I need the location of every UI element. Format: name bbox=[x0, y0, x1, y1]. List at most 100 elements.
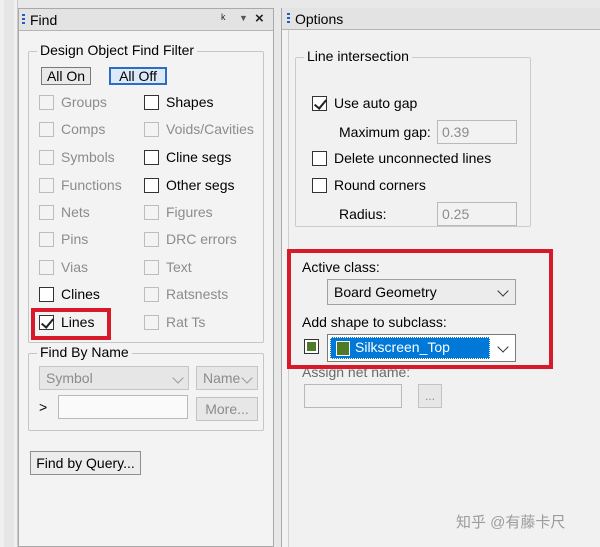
find-by-name-title: Find By Name bbox=[37, 344, 132, 360]
close-icon[interactable]: × bbox=[255, 10, 264, 27]
max-gap-label: Maximum gap: bbox=[339, 124, 431, 140]
delete-unconnected[interactable]: Delete unconnected lines bbox=[312, 148, 491, 168]
nets-checkbox[interactable] bbox=[39, 204, 54, 220]
pins-checkbox[interactable] bbox=[39, 231, 54, 247]
filter-vias[interactable]: Vias bbox=[39, 257, 88, 277]
name-prompt: > bbox=[39, 399, 48, 415]
clines-checkbox[interactable] bbox=[39, 286, 54, 302]
filter-text[interactable]: Text bbox=[144, 257, 192, 277]
figures-checkbox[interactable] bbox=[144, 204, 159, 220]
rat-ts-label: Rat Ts bbox=[166, 314, 206, 330]
use-auto-gap-label: Use auto gap bbox=[334, 95, 418, 111]
vias-checkbox[interactable] bbox=[39, 259, 54, 275]
find-by-query-button[interactable]: Find by Query... bbox=[30, 451, 141, 475]
watermark-text: 知乎 @有藤卡尺 bbox=[456, 514, 566, 531]
find-filter-group: Design Object Find Filter All On All Off… bbox=[28, 42, 264, 343]
find-panel-title: Find bbox=[30, 12, 58, 28]
ratsnests-checkbox[interactable] bbox=[144, 286, 159, 302]
voids-label: Voids/Cavities bbox=[166, 121, 254, 137]
round-corners-checkbox[interactable] bbox=[312, 177, 327, 193]
filter-clines[interactable]: Clines bbox=[39, 284, 100, 304]
other-segs-label: Other segs bbox=[166, 177, 235, 193]
options-panel-header[interactable]: Options bbox=[282, 8, 600, 30]
voids-checkbox[interactable] bbox=[144, 121, 159, 137]
cline-segs-checkbox[interactable] bbox=[144, 149, 159, 165]
text-label: Text bbox=[166, 259, 192, 275]
rat-ts-checkbox[interactable] bbox=[144, 314, 159, 330]
dock-strip bbox=[0, 0, 18, 547]
filter-voids[interactable]: Voids/Cavities bbox=[144, 119, 254, 139]
text-checkbox[interactable] bbox=[144, 259, 159, 275]
radius-input[interactable]: 0.25 bbox=[437, 202, 517, 226]
find-by-name-group: Find By Name Symbol Name > More... bbox=[28, 344, 264, 431]
filter-pins[interactable]: Pins bbox=[39, 229, 88, 249]
use-auto-gap-checkbox[interactable] bbox=[312, 95, 327, 111]
groups-checkbox[interactable] bbox=[39, 94, 54, 110]
round-corners-label: Round corners bbox=[334, 177, 426, 193]
find-type-combo[interactable]: Symbol bbox=[39, 366, 189, 390]
all-on-button[interactable]: All On bbox=[41, 67, 91, 85]
filter-functions[interactable]: Functions bbox=[39, 175, 122, 195]
delete-unconnected-label: Delete unconnected lines bbox=[334, 150, 492, 166]
symbols-label: Symbols bbox=[61, 149, 115, 165]
filter-nets[interactable]: Nets bbox=[39, 202, 90, 222]
find-panel-header[interactable]: Find ᵏ ▼ × bbox=[19, 9, 273, 31]
more-button[interactable]: More... bbox=[196, 397, 258, 421]
lines-highlight bbox=[31, 308, 111, 340]
filter-comps[interactable]: Comps bbox=[39, 119, 105, 139]
find-mode-value: Name bbox=[203, 370, 241, 386]
radius-label: Radius: bbox=[339, 206, 387, 222]
groups-label: Groups bbox=[61, 94, 107, 110]
filter-shapes[interactable]: Shapes bbox=[144, 92, 213, 112]
delete-unconnected-checkbox[interactable] bbox=[312, 150, 327, 166]
options-panel-title: Options bbox=[295, 11, 344, 27]
find-filter-title: Design Object Find Filter bbox=[37, 42, 198, 58]
comps-label: Comps bbox=[61, 121, 106, 137]
use-auto-gap[interactable]: Use auto gap bbox=[312, 93, 417, 113]
round-corners[interactable]: Round corners bbox=[312, 175, 426, 195]
filter-drc-errors[interactable]: DRC errors bbox=[144, 229, 237, 249]
filter-symbols[interactable]: Symbols bbox=[39, 147, 115, 167]
line-intersection-group: Line intersection Use auto gap Maximum g… bbox=[295, 48, 531, 227]
drag-grip-icon[interactable] bbox=[22, 14, 25, 26]
figures-label: Figures bbox=[166, 204, 213, 220]
functions-label: Functions bbox=[61, 177, 122, 193]
filter-groups[interactable]: Groups bbox=[39, 92, 107, 112]
dropdown-icon[interactable]: ▼ bbox=[239, 13, 248, 23]
vias-label: Vias bbox=[61, 259, 88, 275]
shapes-label: Shapes bbox=[166, 94, 214, 110]
options-panel: Options Line intersection Use auto gap M… bbox=[281, 8, 600, 547]
assign-net-input[interactable] bbox=[304, 384, 402, 408]
chevron-down-icon bbox=[172, 372, 184, 384]
symbols-checkbox[interactable] bbox=[39, 149, 54, 165]
line-intersection-title: Line intersection bbox=[304, 48, 412, 64]
options-content: Line intersection Use auto gap Maximum g… bbox=[287, 30, 600, 547]
pins-label: Pins bbox=[61, 231, 89, 247]
browse-net-button[interactable]: ... bbox=[418, 384, 442, 408]
max-gap-input[interactable]: 0.39 bbox=[437, 120, 517, 144]
filter-cline-segs[interactable]: Cline segs bbox=[144, 147, 231, 167]
ratsnests-label: Ratsnests bbox=[166, 286, 229, 302]
all-off-button[interactable]: All Off bbox=[109, 67, 167, 85]
filter-ratsnests[interactable]: Ratsnests bbox=[144, 284, 228, 304]
drag-grip-icon[interactable] bbox=[287, 13, 290, 25]
class-highlight bbox=[287, 249, 553, 369]
nets-label: Nets bbox=[61, 204, 90, 220]
functions-checkbox[interactable] bbox=[39, 177, 54, 193]
shapes-checkbox[interactable] bbox=[144, 94, 159, 110]
comps-checkbox[interactable] bbox=[39, 121, 54, 137]
find-mode-combo[interactable]: Name bbox=[196, 366, 258, 390]
find-name-input[interactable] bbox=[58, 395, 188, 419]
find-type-value: Symbol bbox=[46, 370, 93, 386]
drc-errors-checkbox[interactable] bbox=[144, 231, 159, 247]
filter-other-segs[interactable]: Other segs bbox=[144, 175, 234, 195]
filter-figures[interactable]: Figures bbox=[144, 202, 213, 222]
other-segs-checkbox[interactable] bbox=[144, 177, 159, 193]
clines-label: Clines bbox=[61, 286, 100, 302]
filter-rat-ts[interactable]: Rat Ts bbox=[144, 312, 205, 332]
pin-icon[interactable]: ᵏ bbox=[221, 11, 225, 26]
find-panel: Find ᵏ ▼ × Design Object Find Filter All… bbox=[18, 8, 274, 547]
chevron-down-icon bbox=[241, 372, 253, 384]
drc-errors-label: DRC errors bbox=[166, 231, 237, 247]
cline-segs-label: Cline segs bbox=[166, 149, 232, 165]
